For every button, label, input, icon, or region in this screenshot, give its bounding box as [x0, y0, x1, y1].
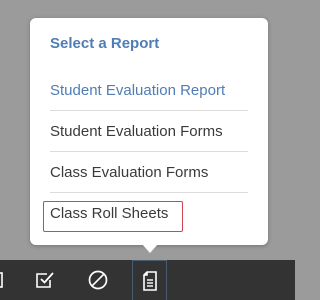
checkbox-tool-button[interactable]	[29, 260, 61, 300]
report-item-label: Student Evaluation Report	[50, 82, 226, 99]
reports-tool-button[interactable]	[132, 260, 167, 300]
popover-arrow	[142, 244, 158, 253]
report-item-student-evaluation-report[interactable]: Student Evaluation Report	[50, 71, 248, 111]
report-item-class-evaluation-forms[interactable]: Class Evaluation Forms	[50, 153, 248, 193]
document-icon	[140, 270, 160, 292]
popover-title: Select a Report	[50, 35, 160, 52]
disable-tool-button[interactable]	[82, 260, 114, 300]
report-item-student-evaluation-forms[interactable]: Student Evaluation Forms	[50, 112, 248, 152]
report-item-label: Class Evaluation Forms	[50, 164, 209, 181]
bottom-toolbar	[0, 260, 295, 300]
report-popover: Select a Report Student Evaluation Repor…	[30, 18, 268, 245]
partial-square-icon	[0, 270, 12, 290]
partial-tool-button[interactable]	[0, 260, 18, 300]
no-symbol-icon	[87, 269, 109, 291]
report-item-class-roll-sheets[interactable]: Class Roll Sheets	[50, 194, 248, 234]
checkbox-check-icon	[34, 269, 56, 291]
report-item-label: Class Roll Sheets	[50, 205, 169, 222]
report-item-label: Student Evaluation Forms	[50, 123, 223, 140]
